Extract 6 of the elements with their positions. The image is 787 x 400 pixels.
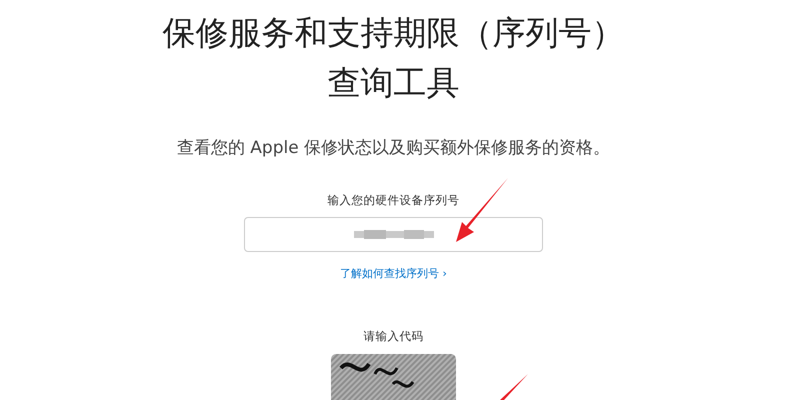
page-title: 保修服务和支持期限（序列号） [162, 12, 624, 54]
captcha-label: 请输入代码 [364, 328, 424, 346]
help-link[interactable]: 了解如何查找序列号 › [340, 266, 447, 282]
field-label: 输入您的硬件设备序列号 [328, 192, 460, 208]
subtitle: 查看您的 Apple 保修状态以及购买额外保修服务的资格。 [176, 137, 610, 160]
page-title: 查询工具 [326, 62, 460, 104]
